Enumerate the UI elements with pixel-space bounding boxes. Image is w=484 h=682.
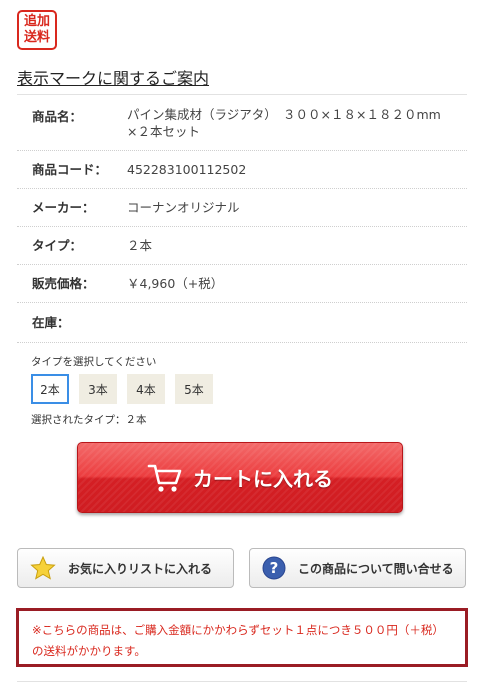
product-inquiry-button[interactable]: ? この商品について問い合せる	[249, 548, 466, 588]
product-code: 452283100112502	[127, 162, 247, 177]
badge-line-2: 送料	[23, 30, 50, 45]
spec-row-name: 商品名： パイン集成材（ラジアタ） ３００×１８×１８２０mm ×２本セット	[17, 95, 467, 151]
type-option-4[interactable]: 4本	[127, 374, 165, 404]
type-option-5[interactable]: 5本	[175, 374, 213, 404]
product-inquiry-label: この商品について問い合せる	[298, 561, 454, 576]
display-mark-notice-link[interactable]: 表示マークに関するご案内	[17, 65, 209, 89]
spec-row-maker: メーカー： コーナンオリジナル	[17, 189, 467, 227]
spec-label: タイプ：	[32, 238, 83, 253]
star-icon	[30, 556, 56, 580]
spec-label: 商品名：	[32, 109, 83, 124]
shipping-fee-notice: ※こちらの商品は、ご購入金額にかかわらずセット１点につき５００円（＋税）の送料が…	[16, 608, 468, 667]
svg-text:?: ?	[270, 559, 279, 577]
spec-row-price: 販売価格： ￥4,960（+税）	[17, 265, 467, 303]
add-to-cart-button[interactable]: カートに入れる	[77, 442, 403, 513]
spec-label: メーカー：	[32, 200, 95, 215]
selected-type-text: 選択されたタイプ：２本	[31, 414, 147, 426]
add-to-favorites-label: お気に入りリストに入れる	[68, 561, 213, 576]
type-select-caption: タイプを選択してください	[31, 356, 157, 368]
question-icon: ?	[262, 556, 286, 580]
additional-shipping-badge: 追加 送料	[17, 10, 57, 50]
type-value: ２本	[127, 238, 153, 253]
sale-price: ￥4,960（+税）	[127, 276, 224, 291]
type-option-2[interactable]: 2本	[31, 374, 69, 404]
maker-name: コーナンオリジナル	[127, 200, 240, 215]
type-options: 2本 3本 4本 5本	[31, 374, 223, 404]
spec-row-code: 商品コード： 452283100112502	[17, 151, 467, 189]
spec-label: 在庫：	[32, 315, 70, 330]
spec-row-type: タイプ： ２本	[17, 227, 467, 265]
spec-label: 販売価格：	[32, 276, 95, 291]
product-spec-table: 商品名： パイン集成材（ラジアタ） ３００×１８×１８２０mm ×２本セット 商…	[17, 95, 467, 343]
badge-line-1: 追加	[23, 14, 50, 29]
product-name: パイン集成材（ラジアタ） ３００×１８×１８２０mm ×２本セット	[127, 107, 454, 139]
type-option-3[interactable]: 3本	[79, 374, 117, 404]
spec-row-stock: 在庫：	[17, 303, 467, 343]
cart-icon	[147, 464, 182, 492]
spec-label: 商品コード：	[32, 162, 108, 177]
add-to-favorites-button[interactable]: お気に入りリストに入れる	[17, 548, 234, 588]
add-to-cart-label: カートに入れる	[193, 467, 333, 491]
